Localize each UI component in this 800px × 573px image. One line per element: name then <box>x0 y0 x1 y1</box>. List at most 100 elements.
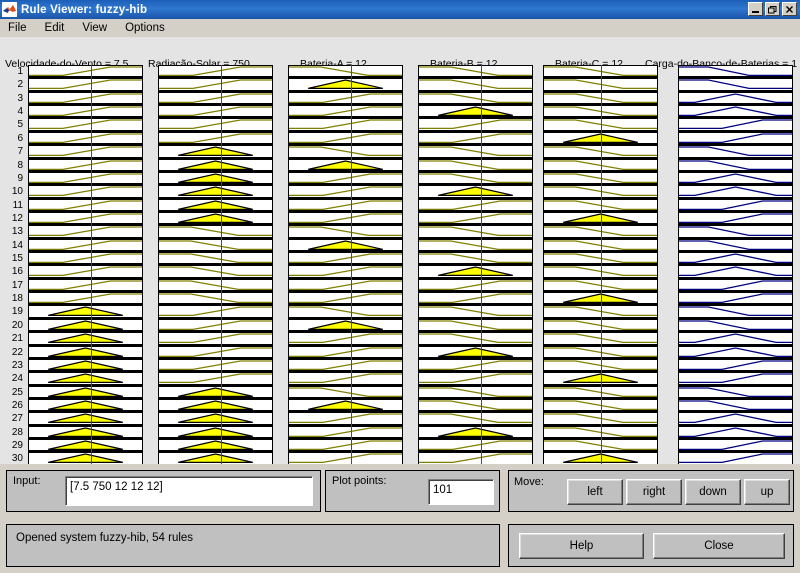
rule-number: 2 <box>17 79 23 91</box>
rule-cell <box>158 158 273 172</box>
menu-view[interactable]: View <box>80 21 116 35</box>
move-up-button[interactable]: up <box>744 479 790 505</box>
rule-cell <box>288 439 403 453</box>
rule-cell <box>678 372 793 386</box>
rule-cell <box>418 265 533 279</box>
rule-cell <box>418 185 533 199</box>
menu-options[interactable]: Options <box>123 21 174 35</box>
rule-cell <box>678 292 793 306</box>
rule-number: 7 <box>17 146 23 158</box>
rule-cell <box>158 318 273 333</box>
column-bateria-b[interactable] <box>418 65 533 464</box>
rule-cell <box>288 425 403 440</box>
rule-cell <box>678 452 793 464</box>
rule-cell <box>288 91 403 106</box>
rule-cell <box>678 105 793 119</box>
rule-cell <box>28 185 143 199</box>
input-indicator-line[interactable] <box>601 65 602 464</box>
input-indicator-line[interactable] <box>221 65 222 464</box>
rule-cell <box>418 278 533 293</box>
rule-number: 14 <box>11 239 23 251</box>
rule-cell <box>288 332 403 346</box>
rule-number-column: 1 2 3 4 5 6 7 8 9 10 11 12 13 14 15 16 17 18 19 20 21 22 23 24 2… <box>0 65 26 464</box>
column-radiacao-solar[interactable] <box>158 65 273 464</box>
rule-cell <box>288 345 403 359</box>
rule-cell <box>678 118 793 132</box>
rule-cell <box>418 65 533 79</box>
close-icon[interactable] <box>782 2 797 16</box>
rule-cell <box>158 145 273 159</box>
input-indicator-line[interactable] <box>481 65 482 464</box>
rule-cell <box>418 158 533 172</box>
column-bateria-c[interactable] <box>543 65 658 464</box>
column-bateria-a[interactable] <box>288 65 403 464</box>
rule-cell <box>678 238 793 253</box>
input-indicator-line[interactable] <box>351 65 352 464</box>
rule-number: 24 <box>11 373 23 385</box>
rule-cell <box>288 372 403 386</box>
restore-button[interactable] <box>765 2 780 16</box>
plot-points-field[interactable]: 101 <box>428 479 494 505</box>
rule-number: 1 <box>17 66 23 77</box>
action-panel: Help Close <box>508 524 794 567</box>
rule-cell <box>28 211 143 226</box>
move-down-button[interactable]: down <box>685 479 741 505</box>
menu-file[interactable]: File <box>6 21 36 35</box>
minimize-button[interactable] <box>748 2 763 16</box>
rule-cell <box>28 425 143 440</box>
rule-cell <box>418 78 533 92</box>
rule-cell <box>678 171 793 186</box>
rule-cell <box>158 439 273 453</box>
rule-cell <box>158 118 273 132</box>
rule-number: 3 <box>17 92 23 104</box>
rule-number: 22 <box>11 346 23 358</box>
rule-cell <box>28 318 143 333</box>
rule-cell <box>28 158 143 172</box>
close-button[interactable]: Close <box>653 533 785 559</box>
rule-cell <box>678 278 793 293</box>
rule-number: 11 <box>12 199 23 211</box>
rule-cell <box>678 158 793 172</box>
rule-cell <box>418 118 533 132</box>
input-field[interactable]: [7.5 750 12 12 12] <box>65 476 313 506</box>
rule-cell <box>678 91 793 106</box>
rule-cell <box>418 412 533 426</box>
rule-cell <box>418 211 533 226</box>
move-right-button[interactable]: right <box>626 479 682 505</box>
rule-number: 18 <box>11 293 23 305</box>
rule-cell <box>418 225 533 239</box>
rule-cell <box>158 425 273 440</box>
input-indicator-line[interactable] <box>91 65 92 464</box>
rule-cell <box>418 318 533 333</box>
rule-cell <box>288 398 403 413</box>
rule-cell <box>288 185 403 199</box>
plot-points-panel: Plot points: 101 <box>325 470 500 512</box>
column-velocidade-do-vento[interactable] <box>28 65 143 464</box>
rule-cell <box>678 225 793 239</box>
rule-cell <box>158 345 273 359</box>
rule-cell <box>288 318 403 333</box>
rule-cell <box>418 385 533 399</box>
rule-cell <box>288 158 403 172</box>
rule-cell <box>28 452 143 464</box>
rule-cell <box>28 278 143 293</box>
rule-number: 17 <box>11 279 23 291</box>
rule-number: 28 <box>11 426 23 438</box>
move-left-button[interactable]: left <box>567 479 623 505</box>
rule-cell <box>288 452 403 464</box>
rule-cell <box>28 65 143 79</box>
rule-cell <box>288 305 403 319</box>
rule-cell <box>158 372 273 386</box>
column-carga-do-banco-de-baterias[interactable] <box>678 65 793 464</box>
help-button[interactable]: Help <box>519 533 644 559</box>
menu-edit[interactable]: Edit <box>43 21 74 35</box>
rule-cell <box>288 211 403 226</box>
rule-cell <box>28 225 143 239</box>
rule-cell <box>418 305 533 319</box>
rule-cell <box>678 185 793 199</box>
rule-cell <box>288 252 403 266</box>
rule-cell <box>288 118 403 132</box>
rule-cell <box>158 278 273 293</box>
rule-cell <box>158 385 273 399</box>
rule-number: 20 <box>11 319 23 331</box>
